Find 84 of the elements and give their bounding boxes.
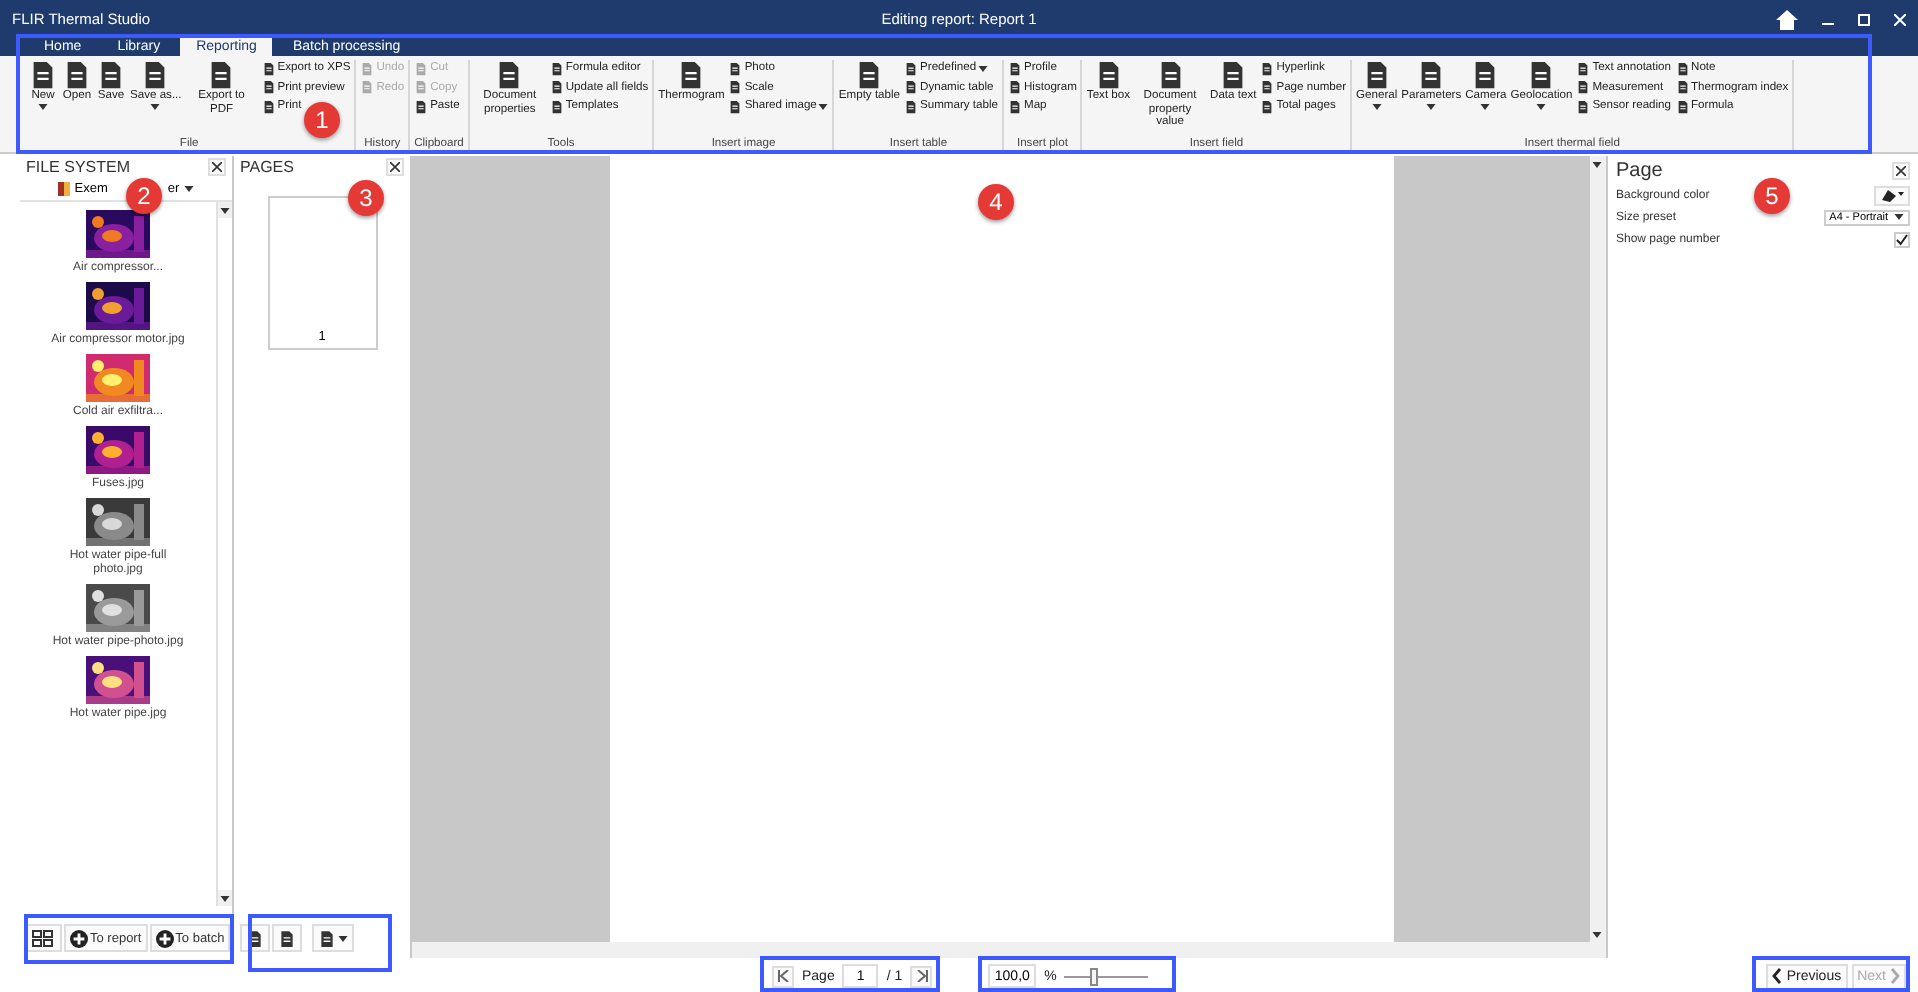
chevron-right-icon xyxy=(1890,968,1900,984)
caret-icon xyxy=(1894,214,1904,220)
document-icon xyxy=(1008,99,1022,114)
document-icon xyxy=(360,80,375,95)
caret-icon xyxy=(150,103,161,109)
document-icon xyxy=(1260,80,1275,95)
document-icon xyxy=(261,80,276,95)
caret-icon xyxy=(1592,161,1602,167)
add-icon xyxy=(155,929,174,947)
document-icon xyxy=(1008,61,1022,76)
document-icon xyxy=(414,61,429,76)
callout-marker: 3 xyxy=(348,180,384,216)
grid-icon xyxy=(32,929,56,947)
document-icon xyxy=(904,61,919,76)
document-icon xyxy=(1576,61,1591,76)
remove-page-button[interactable] xyxy=(272,924,302,952)
scrollbar[interactable] xyxy=(412,942,1606,958)
maximize-icon[interactable] xyxy=(1858,13,1870,25)
document-icon xyxy=(728,61,743,76)
panel-title: FILE SYSTEM xyxy=(26,158,131,176)
document-icon xyxy=(904,99,919,114)
chevron-left-icon xyxy=(1772,968,1783,984)
checkbox[interactable] xyxy=(1894,231,1910,247)
caret-icon xyxy=(978,65,989,72)
panel-title: PAGES xyxy=(240,158,294,176)
document-icon xyxy=(414,80,429,95)
document-icon xyxy=(1675,61,1690,76)
close-icon xyxy=(212,162,222,172)
document-icon xyxy=(278,929,296,947)
close-icon[interactable] xyxy=(1894,13,1906,25)
document-icon xyxy=(549,80,564,95)
caret-icon xyxy=(1480,103,1491,109)
close-button[interactable] xyxy=(1892,161,1910,179)
document-icon xyxy=(246,929,264,947)
highlight-frame xyxy=(248,914,392,972)
scrollbar[interactable] xyxy=(1590,156,1606,942)
add-icon xyxy=(70,929,88,947)
close-button[interactable] xyxy=(386,158,404,176)
first-icon xyxy=(777,970,789,982)
scrollbar[interactable] xyxy=(216,202,232,906)
folder-icon xyxy=(58,182,71,196)
document-icon xyxy=(1008,80,1022,95)
document-icon xyxy=(728,99,743,114)
document-icon xyxy=(1260,99,1275,114)
close-icon xyxy=(390,162,400,172)
check-icon xyxy=(1896,233,1908,245)
document-icon xyxy=(549,99,564,114)
home-icon[interactable] xyxy=(1776,9,1798,29)
document-icon xyxy=(360,61,375,76)
caret-icon xyxy=(1371,103,1382,109)
caret-icon xyxy=(1592,931,1602,937)
document-icon xyxy=(261,99,276,114)
view-mode-button[interactable] xyxy=(26,924,62,952)
caret-icon xyxy=(183,186,194,192)
callout-marker: 5 xyxy=(1754,178,1790,214)
page-menu-button[interactable] xyxy=(312,924,354,952)
document-icon xyxy=(904,80,919,95)
last-page-button[interactable] xyxy=(910,965,933,987)
document-icon xyxy=(414,99,429,114)
document-icon xyxy=(1675,80,1690,95)
panel-title: Page xyxy=(1616,159,1663,181)
caret-icon xyxy=(818,103,829,110)
last-icon xyxy=(915,970,928,982)
paint-bucket-icon xyxy=(1880,188,1904,202)
callout-marker: 2 xyxy=(126,178,162,214)
caret-icon xyxy=(220,895,230,901)
document-icon xyxy=(1675,99,1690,114)
document-icon xyxy=(261,61,276,76)
caret-icon xyxy=(38,103,48,109)
close-button[interactable] xyxy=(208,158,226,176)
close-icon xyxy=(1896,165,1906,175)
document-icon xyxy=(1260,61,1275,76)
caret-icon xyxy=(338,935,348,941)
color-picker-button[interactable] xyxy=(1874,185,1910,205)
document-icon xyxy=(549,61,564,76)
slider-thumb[interactable] xyxy=(1089,967,1098,985)
document-icon xyxy=(1576,80,1591,95)
document-icon xyxy=(318,929,336,947)
caret-icon xyxy=(1536,103,1547,109)
caret-icon xyxy=(1426,103,1437,109)
document-icon xyxy=(728,80,743,95)
caret-icon xyxy=(220,207,230,213)
document-icon xyxy=(1576,99,1591,114)
first-page-button[interactable] xyxy=(772,965,794,987)
